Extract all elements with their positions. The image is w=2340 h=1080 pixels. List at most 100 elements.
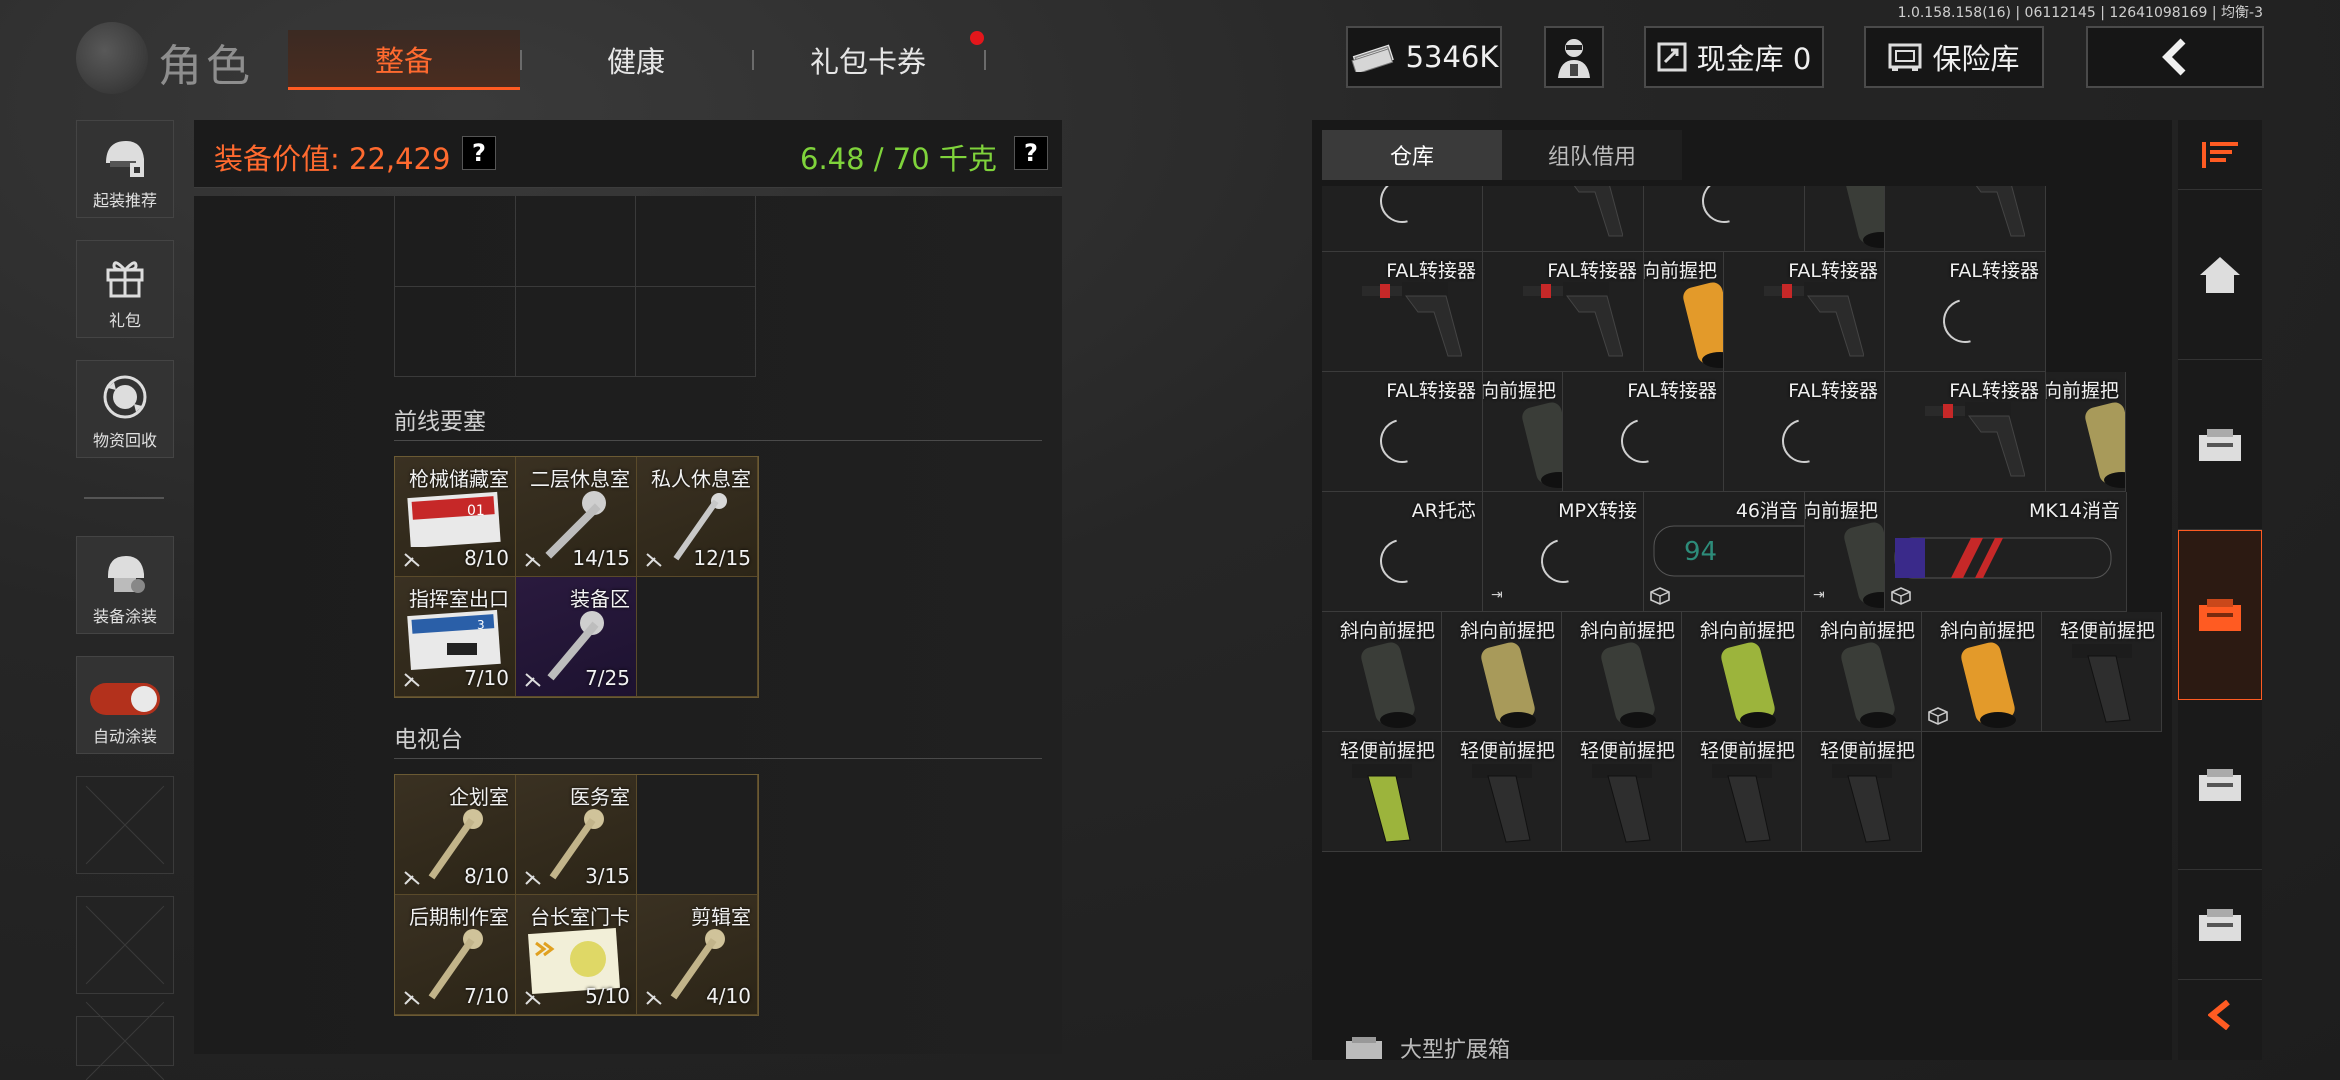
no-insurance-icon [404, 673, 420, 687]
inventory-slot[interactable]: 斜向前握把 [1562, 612, 1682, 732]
recycle-icon [99, 371, 151, 423]
inventory-slot[interactable]: 斜向前握把 ⇥ [1805, 492, 1885, 612]
tab-health[interactable]: 健康 [520, 30, 752, 90]
auto-paint-toggle[interactable] [90, 683, 160, 715]
key-uses: 7/25 [585, 666, 630, 690]
inventory-slot[interactable]: 斜向前握把 [2046, 372, 2126, 492]
safe-icon [1888, 42, 1922, 72]
inventory-slot[interactable]: 斜向前握把 [1802, 612, 1922, 732]
sidebar-paint[interactable]: 装备涂装 [76, 536, 174, 634]
sidebar-empty-slot [76, 1016, 174, 1066]
key-slot[interactable]: 私人休息室 12/15 [637, 457, 758, 577]
key-slot[interactable]: 二层休息室 14/15 [516, 457, 637, 577]
inventory-slot[interactable]: 轻便前握把 [2042, 612, 2162, 732]
svg-text:01: 01 [467, 503, 485, 519]
currency-display[interactable]: 5346K [1346, 26, 1502, 88]
sidebar-loadout-recommend[interactable]: 起装推荐 [76, 120, 174, 218]
angled-grip-icon [1481, 642, 1536, 728]
home-icon[interactable] [2178, 190, 2262, 360]
inventory-slot[interactable]: FAL转接器 [1644, 186, 1805, 252]
inventory-slot[interactable]: 斜向前握把 [1322, 612, 1442, 732]
storage-icon[interactable] [2178, 360, 2262, 530]
value-help-button[interactable]: ? [462, 136, 496, 170]
inventory-slot[interactable]: 斜向前握把 [1922, 612, 2042, 732]
inventory-slot[interactable]: 轻便前握把 [1562, 732, 1682, 852]
inventory-slot[interactable]: FAL转接器 [1483, 252, 1644, 372]
collapse-arrow-icon[interactable] [2178, 980, 2262, 1050]
item-name: AR托芯 [1411, 500, 1476, 522]
item-name: FAL转接器 [1386, 380, 1476, 402]
key-slot[interactable]: 台长室门卡 5/10 [516, 895, 637, 1015]
empty-key-slot[interactable] [637, 775, 758, 895]
tab-gift-vouchers[interactable]: 礼包卡券 [752, 30, 984, 90]
inventory-slot[interactable]: FAL转接器 [1563, 372, 1724, 492]
inventory-slot[interactable]: FAL转接器 [1322, 252, 1483, 372]
key-uses: 3/15 [585, 864, 630, 888]
inventory-slot[interactable]: FAL转接器 [1483, 186, 1644, 252]
storage-icon-active[interactable] [2178, 530, 2262, 700]
tab-warehouse[interactable]: 仓库 [1322, 130, 1502, 180]
equipment-value: 装备价值: 22,429 [214, 142, 451, 176]
storage-icon[interactable] [2178, 700, 2262, 870]
inventory-slot[interactable]: 斜向前握把 [1644, 252, 1724, 372]
key-slot[interactable]: 3 指挥室出口 7/10 [395, 577, 516, 697]
cash-vault-button[interactable]: 现金库 0 [1644, 26, 1824, 88]
inventory-slot[interactable]: 斜向前握把 [1442, 612, 1562, 732]
inventory-slot[interactable]: 斜向前握把 [1483, 372, 1563, 492]
item-name: 轻便前握把 [2059, 620, 2155, 642]
item-name: FAL转接器 [1949, 380, 2039, 402]
sidebar-gift[interactable]: 礼包 [76, 240, 174, 338]
inventory-slot[interactable]: MPX转接 ⇥ [1483, 492, 1644, 612]
inventory-slot[interactable]: MK14消音 [1885, 492, 2127, 612]
sidebar-recycle[interactable]: 物资回收 [76, 360, 174, 458]
operator-avatar-icon [1554, 36, 1594, 78]
section-divider [394, 758, 1042, 759]
exit-icon: ⇥ [1813, 587, 1825, 603]
key-uses: 8/10 [464, 864, 509, 888]
paint-helmet-icon [99, 547, 151, 599]
inventory-slot[interactable]: FAL转接器 [1724, 372, 1885, 492]
inventory-slot[interactable]: FAL转接器 [1885, 252, 2046, 372]
no-insurance-icon [646, 553, 662, 567]
key-slot[interactable]: 剪辑室 4/10 [637, 895, 758, 1015]
notification-dot [970, 31, 984, 45]
tab-loadout[interactable]: 整备 [288, 30, 520, 90]
empty-slot-grid [394, 196, 756, 377]
inventory-slot[interactable]: 轻便前握把 [1682, 732, 1802, 852]
item-name: FAL转接器 [1788, 380, 1878, 402]
safe-box-button[interactable]: 保险库 [1864, 26, 2044, 88]
back-button[interactable] [2086, 26, 2264, 88]
key-slot[interactable]: 装备区 7/25 [516, 577, 637, 697]
no-insurance-icon [404, 991, 420, 1005]
weight-help-button[interactable]: ? [1014, 136, 1048, 170]
storage-panel: 仓库 组队借用 FAL转接器FAL转接器FAL转接器斜向前握把FAL转接器FAL… [1312, 120, 2172, 1063]
operator-button[interactable] [1544, 26, 1604, 88]
tab-team-borrow[interactable]: 组队借用 [1502, 130, 1682, 180]
inventory-slot[interactable]: FAL转接器 [1322, 372, 1483, 492]
item-name: 斜向前握把 [1699, 620, 1795, 642]
sort-icon[interactable] [2178, 120, 2262, 190]
inventory-slot[interactable]: 轻便前握把 [1322, 732, 1442, 852]
key-name: 指挥室出口 [409, 587, 509, 611]
key-slot[interactable]: 后期制作室 7/10 [395, 895, 516, 1015]
inventory-slot[interactable]: AR托芯 [1322, 492, 1483, 612]
inventory-slot[interactable]: 轻便前握把 [1802, 732, 1922, 852]
large-expansion-box[interactable]: 大型扩展箱 [1344, 1032, 1510, 1064]
fal-adapter-icon [1573, 186, 1623, 237]
inventory-slot[interactable]: 斜向前握把 [1682, 612, 1802, 732]
key-slot[interactable]: 企划室 8/10 [395, 775, 516, 895]
sidebar-auto-paint[interactable]: 自动涂装 [76, 656, 174, 754]
inventory-slot[interactable]: FAL转接器 [1885, 372, 2046, 492]
key-slot[interactable]: 01 枪械储藏室 8/10 [395, 457, 516, 577]
loading-spinner-icon [1371, 410, 1433, 472]
storage-icon[interactable] [2178, 870, 2262, 980]
empty-key-slot[interactable] [637, 577, 758, 697]
inventory-slot[interactable]: FAL转接器 [1885, 186, 2046, 252]
inventory-slot[interactable]: 94 46消音 [1644, 492, 1805, 612]
inventory-slot[interactable]: 斜向前握把 [1805, 186, 1885, 252]
inventory-slot[interactable]: FAL转接器 [1322, 186, 1483, 252]
inventory-slot[interactable]: FAL转接器 [1724, 252, 1885, 372]
keycard-icon: 01 [407, 491, 501, 547]
inventory-slot[interactable]: 轻便前握把 [1442, 732, 1562, 852]
key-slot[interactable]: 医务室 3/15 [516, 775, 637, 895]
